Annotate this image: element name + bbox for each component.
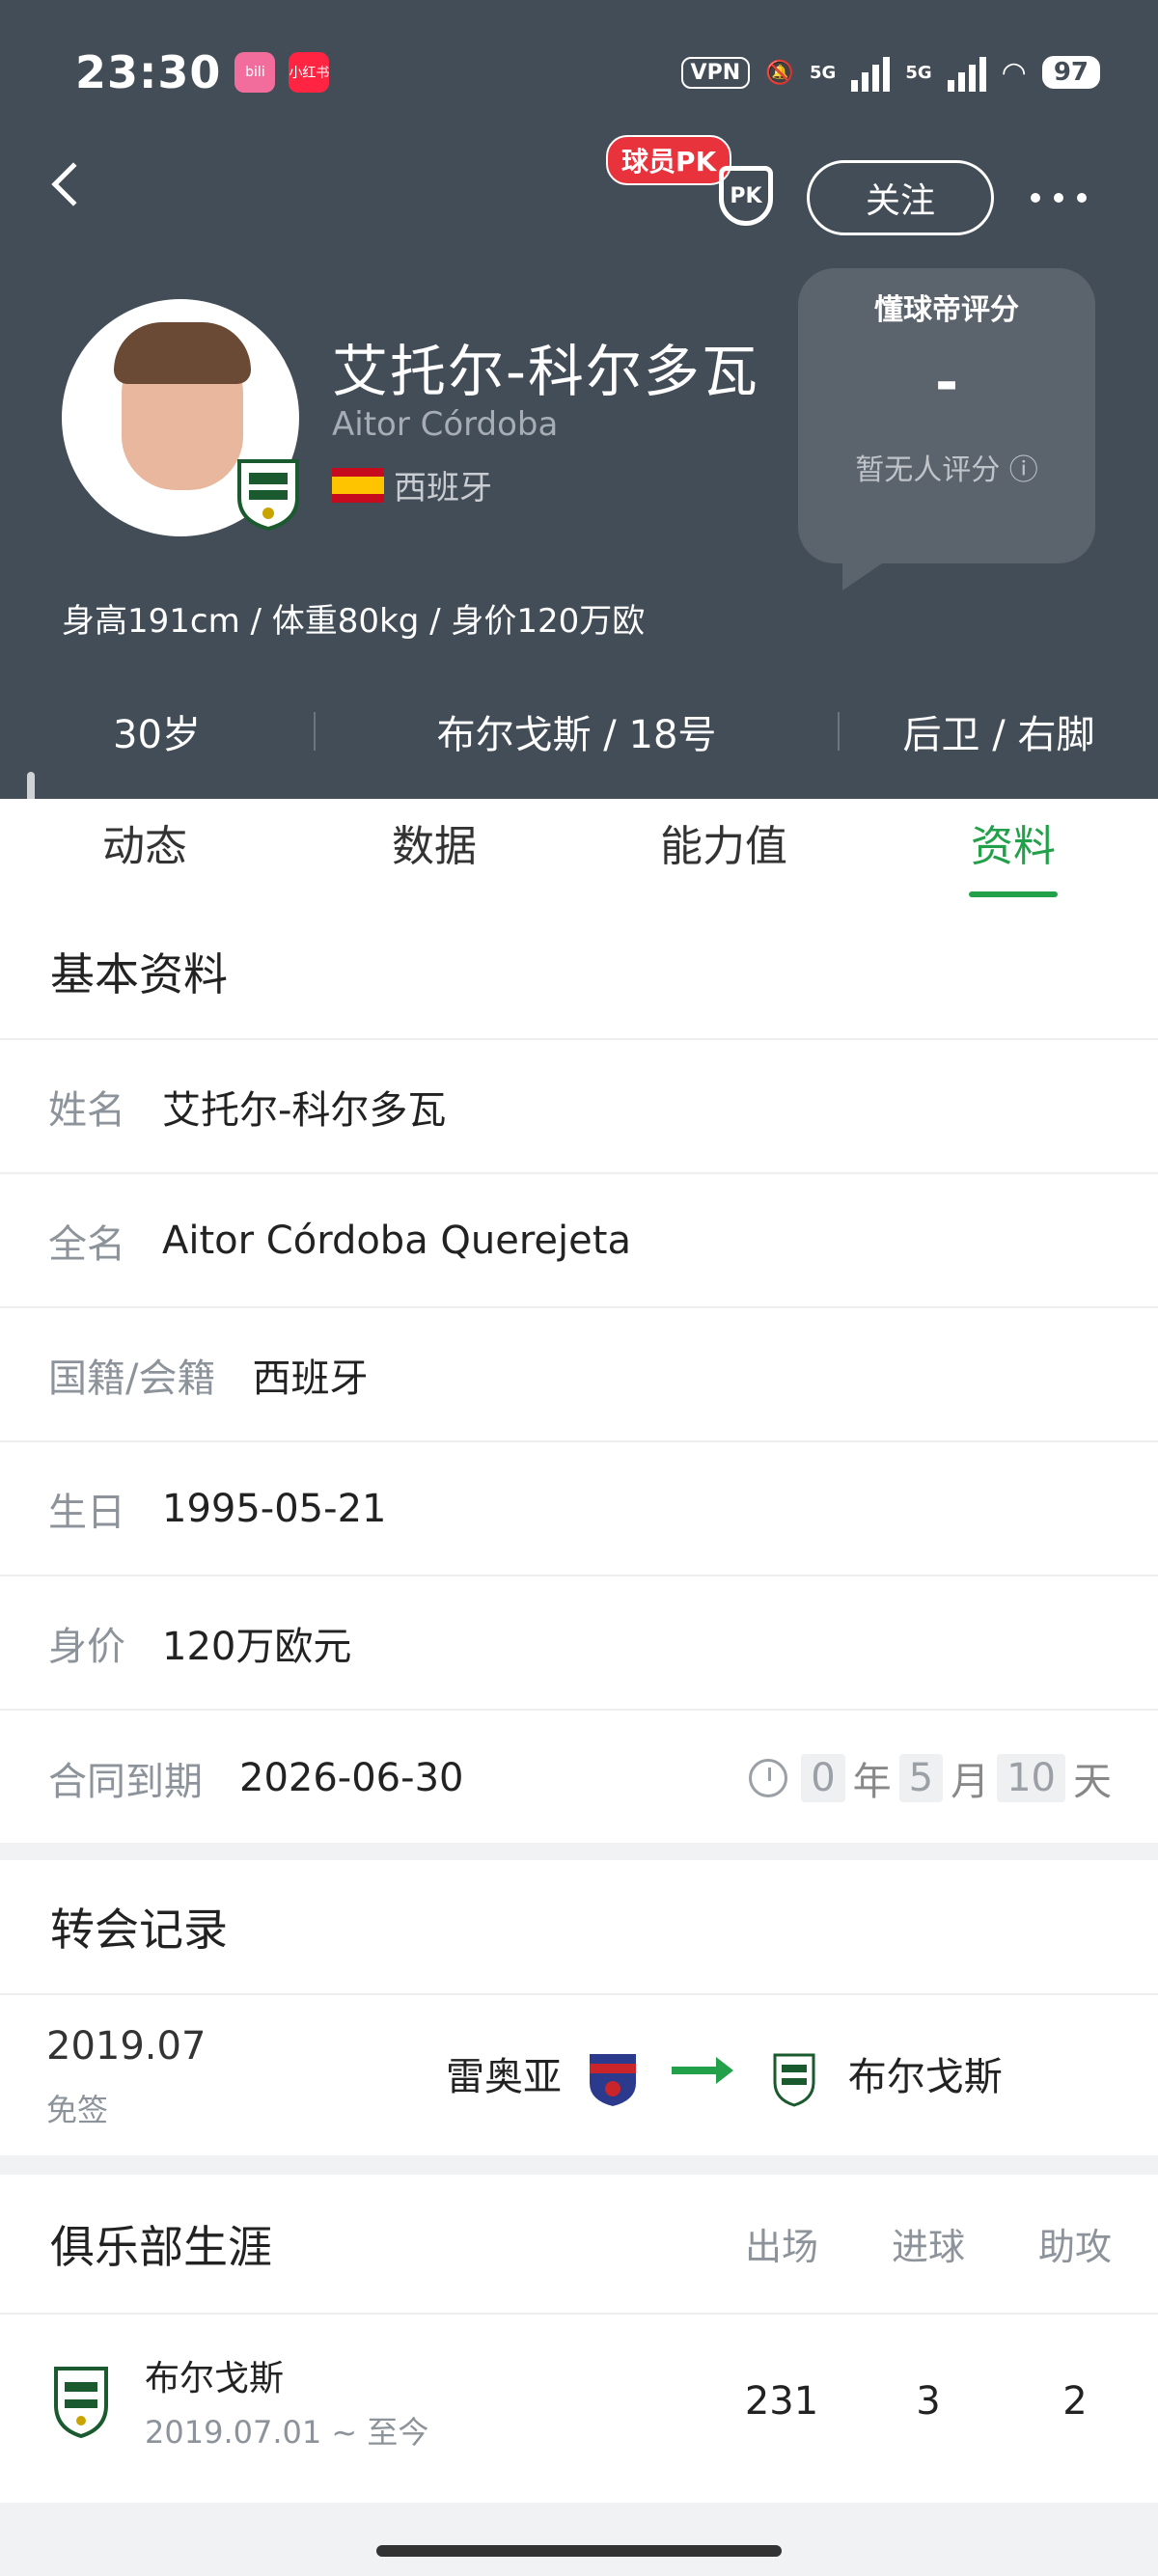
- career-row[interactable]: 布尔戈斯 2019.07.01 ~ 至今 231 3 2: [0, 2315, 1158, 2488]
- rating-value: -: [934, 349, 959, 415]
- pk-icon[interactable]: PK: [719, 166, 773, 226]
- section-title-basic: 基本资料: [0, 905, 1158, 1040]
- player-club-number: 布尔戈斯 / 18号: [436, 713, 717, 757]
- rating-note: 暂无人评分 ⓘ: [855, 453, 1038, 487]
- transfer-card: 转会记录 2019.07 免签 雷奥亚 布尔戈斯: [0, 1860, 1158, 2155]
- transfer-from-club: 雷奥亚: [446, 2045, 640, 2108]
- transfer-row[interactable]: 2019.07 免签 雷奥亚 布尔戈斯: [0, 1995, 1158, 2151]
- status-bar: 23:30 bili 小红书 VPN 🔕 5G 5G ◠ 97: [75, 39, 1100, 106]
- home-indicator[interactable]: [376, 2545, 782, 2557]
- player-age: 30岁: [113, 713, 201, 757]
- battery-icon: 97: [1041, 56, 1100, 89]
- xiaohongshu-icon: 小红书: [289, 52, 330, 93]
- club-crest-icon: [237, 459, 299, 531]
- signal-label-1: 5G: [810, 62, 837, 83]
- player-position: 后卫 / 右脚: [902, 713, 1095, 757]
- follow-button[interactable]: 关注: [807, 160, 994, 235]
- vpn-icon: VPN: [680, 56, 751, 89]
- more-options-icon[interactable]: [1031, 193, 1087, 203]
- tab-ability[interactable]: 能力值: [579, 799, 868, 905]
- signal-icon-2: [947, 53, 986, 92]
- col-apps: 出场: [744, 2226, 818, 2268]
- info-row-birthday: 生日 1995-05-21: [0, 1442, 1158, 1576]
- spain-flag-icon: [332, 467, 384, 503]
- status-time: 23:30: [75, 46, 222, 98]
- contract-countdown: 0年 5月 10 天: [749, 1750, 1112, 1806]
- career-club-period: 2019.07.01 ~ 至今: [145, 2414, 429, 2451]
- body-info: 身高191cm / 体重80kg / 身价120万欧: [62, 602, 646, 641]
- back-button[interactable]: [51, 162, 96, 206]
- info-row-value: 身价 120万欧元: [0, 1576, 1158, 1711]
- transfer-arrow-icon: [672, 2057, 733, 2084]
- player-name-english: Aitor Córdoba: [332, 405, 559, 444]
- transfer-date: 2019.07: [46, 2024, 207, 2069]
- tab-feed[interactable]: 动态: [0, 799, 290, 905]
- wifi-icon: ◠: [1001, 55, 1027, 90]
- nationality: 西班牙: [332, 461, 492, 508]
- clock-icon: [749, 1758, 788, 1797]
- rating-title: 懂球帝评分: [874, 293, 1019, 327]
- signal-icon: [851, 53, 891, 92]
- burgos-crest-icon: [54, 2367, 108, 2439]
- info-row-contract: 合同到期 2026-06-30 0年 5月 10 天: [0, 1711, 1158, 1845]
- section-title-transfers: 转会记录: [0, 1860, 1158, 1995]
- player-name-chinese: 艾托尔-科尔多瓦: [332, 339, 759, 404]
- burgos-crest-icon: [773, 2053, 815, 2107]
- transfer-type: 免签: [46, 2092, 109, 2128]
- nationality-label: 西班牙: [394, 469, 492, 507]
- player-pk-badge[interactable]: 球员PK: [606, 135, 732, 185]
- tab-bar: 动态 数据 能力值 资料: [0, 799, 1158, 905]
- career-goals: 3: [916, 2379, 941, 2424]
- info-row-fullname: 全名 Aitor Córdoba Querejeta: [0, 1174, 1158, 1308]
- career-club-name: 布尔戈斯: [145, 2359, 285, 2398]
- bilibili-icon: bili: [234, 52, 276, 93]
- career-assists: 2: [1062, 2379, 1088, 2424]
- basic-info-card: 基本资料 姓名 艾托尔-科尔多瓦 全名 Aitor Córdoba Querej…: [0, 905, 1158, 1843]
- player-header: 23:30 bili 小红书 VPN 🔕 5G 5G ◠ 97 球员PK PK …: [0, 0, 1158, 799]
- career-apps: 231: [744, 2379, 819, 2424]
- signal-label-2: 5G: [905, 62, 932, 83]
- mute-icon: 🔕: [765, 59, 794, 86]
- tab-stats[interactable]: 数据: [290, 799, 579, 905]
- transfer-to-club: 布尔戈斯: [773, 2045, 1003, 2107]
- section-title-career: 俱乐部生涯: [50, 2220, 272, 2273]
- col-goals: 进球: [891, 2226, 965, 2268]
- rating-bubble[interactable]: 懂球帝评分 - 暂无人评分 ⓘ: [798, 268, 1095, 590]
- career-header: 俱乐部生涯 出场 进球 助攻: [0, 2175, 1158, 2315]
- info-row-name: 姓名 艾托尔-科尔多瓦: [0, 1040, 1158, 1174]
- tab-profile[interactable]: 资料: [868, 799, 1158, 905]
- leioa-crest-icon: [589, 2054, 636, 2106]
- career-card: 俱乐部生涯 出场 进球 助攻 布尔戈斯 2019.07.01 ~ 至今 231 …: [0, 2175, 1158, 2503]
- col-assists: 助攻: [1037, 2226, 1112, 2268]
- info-row-nationality: 国籍/会籍 西班牙: [0, 1308, 1158, 1442]
- player-meta-row: 30岁 布尔戈斯 / 18号 后卫 / 右脚: [0, 691, 1158, 772]
